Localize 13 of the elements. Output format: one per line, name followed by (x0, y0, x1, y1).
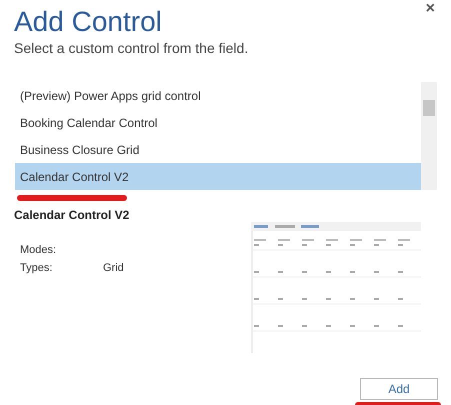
control-name: Calendar Control V2 (14, 208, 130, 222)
field-value: Grid (103, 262, 125, 274)
add-button[interactable]: Add (360, 378, 438, 400)
control-list-item[interactable]: (Preview) Power Apps grid control (15, 82, 421, 109)
control-list-item[interactable]: Business Closure Grid (15, 136, 421, 163)
dialog-title: Add Control (14, 6, 162, 38)
control-list-item[interactable]: Calendar Control V2 (15, 163, 421, 190)
field-label: Modes: (20, 244, 58, 256)
field-label: Types: (20, 262, 54, 274)
dialog-subtitle: Select a custom control from the field. (14, 40, 248, 56)
control-list-item[interactable]: Booking Calendar Control (15, 109, 421, 136)
close-button[interactable]: × (422, 0, 439, 18)
scrollbar[interactable] (421, 82, 437, 190)
